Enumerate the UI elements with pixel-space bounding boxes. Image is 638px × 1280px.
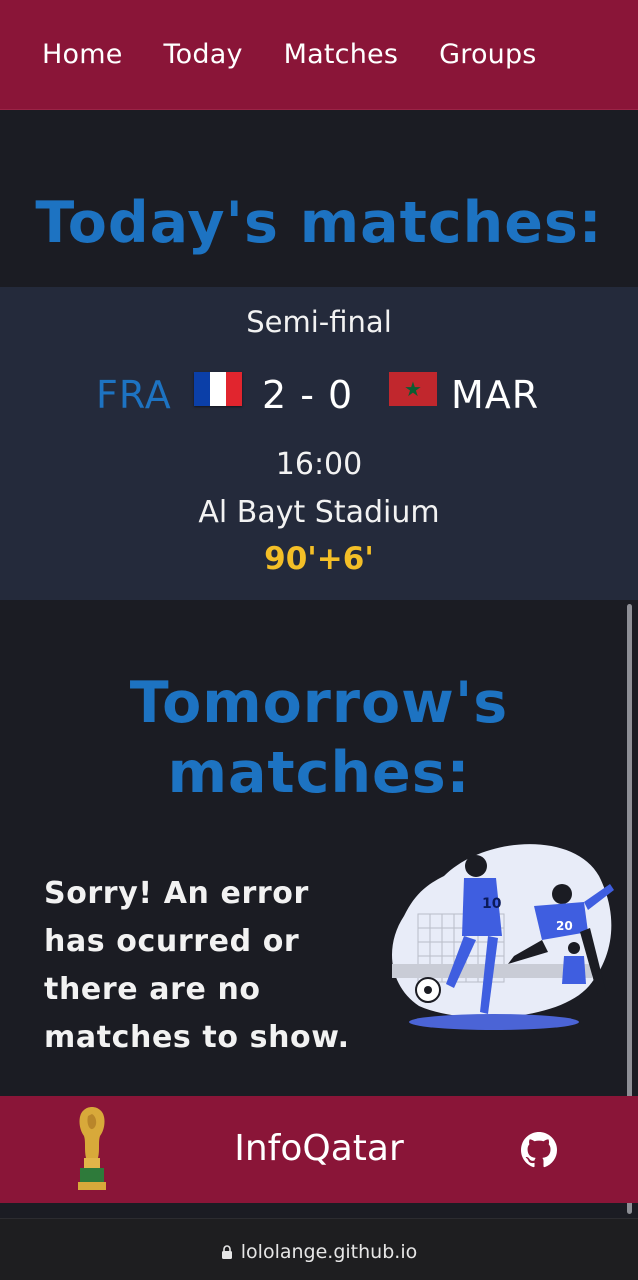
france-flag-icon [194,372,242,406]
match-card[interactable]: Semi-final FRA 2 - 0 ★ MAR 16:00 Al Bayt… [0,287,638,600]
lock-icon [221,1245,232,1259]
match-minute: 90'+6' [264,541,374,577]
match-time: 16:00 [275,447,363,482]
footer: InfoQatar [0,1096,638,1203]
nav-link-matches[interactable]: Matches [284,39,398,70]
todays-matches-title: Today's matches: [35,190,603,256]
nav-link-today[interactable]: Today [164,39,243,70]
svg-text:10: 10 [482,896,502,912]
tomorrows-title-line1: Tomorrow's [129,670,509,736]
no-matches-error-message: Sorry! An error has ocurred or there are… [44,876,350,1055]
away-team-code: MAR [451,373,540,417]
match-score: 2 - 0 [262,373,354,417]
github-icon[interactable] [521,1132,557,1168]
url-text: lololange.github.io [240,1241,418,1263]
url-display[interactable]: lololange.github.io [0,1241,638,1263]
nav-link-home[interactable]: Home [42,39,123,70]
tomorrows-title-line2: matches: [167,740,471,806]
tomorrows-matches-title: Tomorrow's matches: [0,668,638,808]
score-row: FRA 2 - 0 ★ MAR [0,371,638,421]
morocco-flag-icon: ★ [389,372,437,406]
svg-text:20: 20 [556,919,573,933]
home-team-code: FRA [96,373,172,417]
match-stage: Semi-final [246,305,392,339]
football-players-illustration: 10 20 [392,844,614,1030]
top-navbar: Home Today Matches Groups [0,0,638,110]
nav-link-groups[interactable]: Groups [439,39,536,70]
browser-address-bar[interactable]: lololange.github.io [0,1218,638,1280]
match-stadium: Al Bayt Stadium [198,495,440,530]
